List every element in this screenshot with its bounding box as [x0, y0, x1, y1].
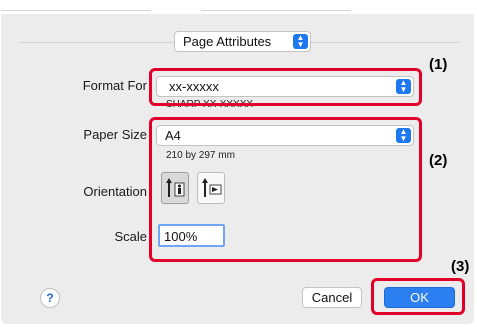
help-icon: ?: [46, 291, 54, 305]
settings-popup[interactable]: Page Attributes ▲ ▼: [174, 31, 311, 52]
toolbar-strip: [1, 0, 474, 14]
orientation-label: Orientation: [83, 184, 147, 199]
highlight-box-2: [149, 117, 422, 262]
highlight-box-1: [149, 68, 422, 106]
toolbar-segment: [201, 0, 351, 11]
settings-popup-label: Page Attributes: [183, 34, 272, 49]
format-for-label: Format For: [82, 78, 147, 93]
scale-label: Scale: [114, 229, 147, 244]
help-button[interactable]: ?: [40, 288, 60, 308]
highlight-box-3: [371, 278, 465, 315]
chevron-updown-icon: ▲ ▼: [293, 34, 308, 49]
paper-size-label: Paper Size: [83, 127, 147, 142]
annotation-marker-1: (1): [429, 56, 448, 73]
annotation-marker-2: (2): [429, 152, 448, 169]
toolbar-segment: [1, 0, 151, 11]
cancel-button[interactable]: Cancel: [302, 287, 362, 308]
cancel-label: Cancel: [311, 290, 353, 305]
annotation-marker-3: (3): [451, 258, 470, 275]
